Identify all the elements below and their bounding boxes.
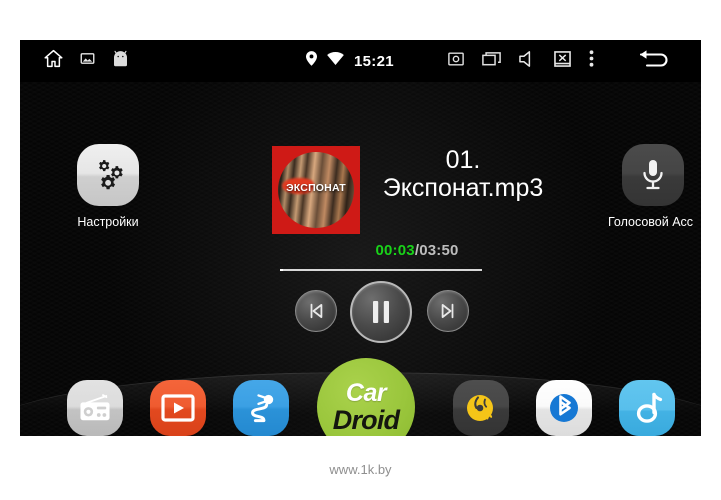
shortcut-voice-assistant-label: Голосовой Асс (607, 215, 694, 229)
wifi-icon (327, 52, 344, 70)
playback-time: 00:03/03:50 (272, 242, 562, 259)
time-total: 03:50 (419, 242, 459, 259)
dock-item-bluetooth[interactable]: Bluetooth (521, 380, 607, 436)
progress-bar-fill (280, 269, 283, 271)
track-title: 01. Экспонат.mp3 (382, 146, 544, 202)
close-app-icon[interactable] (554, 50, 571, 72)
status-bar: 15:21 (20, 40, 701, 82)
recents-icon[interactable] (482, 51, 501, 71)
home-icon[interactable] (43, 48, 64, 74)
microphone-icon (622, 144, 684, 206)
status-bar-right-group (448, 50, 594, 72)
album-art-title: ЭКСПОНАТ (286, 182, 346, 194)
dvd-disc-icon (453, 380, 509, 436)
radio-icon (67, 380, 123, 436)
watermark: www.1k.by (329, 462, 392, 477)
progress-bar[interactable] (280, 269, 482, 271)
gears-icon (77, 144, 139, 206)
previous-track-icon[interactable] (295, 290, 337, 332)
pause-icon[interactable] (350, 281, 412, 343)
status-bar-clock: 15:21 (354, 52, 394, 70)
shortcut-voice-assistant[interactable]: Голосовой Асс (588, 144, 701, 229)
video-icon (150, 380, 206, 436)
transport-controls (295, 281, 469, 343)
shortcut-settings[interactable]: Настройки (43, 144, 173, 229)
dock-item-dvd[interactable]: DVD (438, 380, 524, 436)
av-input-icon (233, 380, 289, 436)
cardroid-label-bottom: Droid (332, 404, 400, 435)
status-bar-center-group: 15:21 (306, 51, 394, 71)
dock-item-radio[interactable]: Радио (52, 380, 138, 436)
head-unit-screen: 15:21 Настройки Голосовой Асс ЭКСПОНАТ 0… (20, 40, 701, 436)
back-arrow-icon[interactable] (637, 49, 673, 74)
dock-item-video[interactable]: Видео (135, 380, 221, 436)
bluetooth-icon (536, 380, 592, 436)
dock-item-music[interactable]: Музыка (604, 380, 690, 436)
status-bar-left-group (43, 48, 130, 74)
location-pin-icon (306, 51, 317, 71)
next-track-icon[interactable] (427, 290, 469, 332)
android-robot-icon[interactable] (111, 50, 130, 72)
overflow-menu-icon[interactable] (589, 50, 594, 72)
status-bar-back-group (637, 49, 673, 74)
gallery-icon[interactable] (80, 51, 95, 71)
page-root: 15:21 Настройки Голосовой Асс ЭКСПОНАТ 0… (0, 0, 721, 500)
time-elapsed: 00:03 (375, 242, 415, 259)
cardroid-launcher-button[interactable]: Car Droid (317, 358, 415, 436)
cardroid-label-top: Car (345, 379, 387, 408)
album-art[interactable]: ЭКСПОНАТ (272, 146, 360, 234)
volume-icon[interactable] (519, 50, 536, 72)
music-note-icon (619, 380, 675, 436)
shortcut-settings-label: Настройки (77, 215, 139, 229)
screenshot-icon[interactable] (448, 52, 464, 71)
dock-item-av-input[interactable]: AV-вход (218, 380, 304, 436)
